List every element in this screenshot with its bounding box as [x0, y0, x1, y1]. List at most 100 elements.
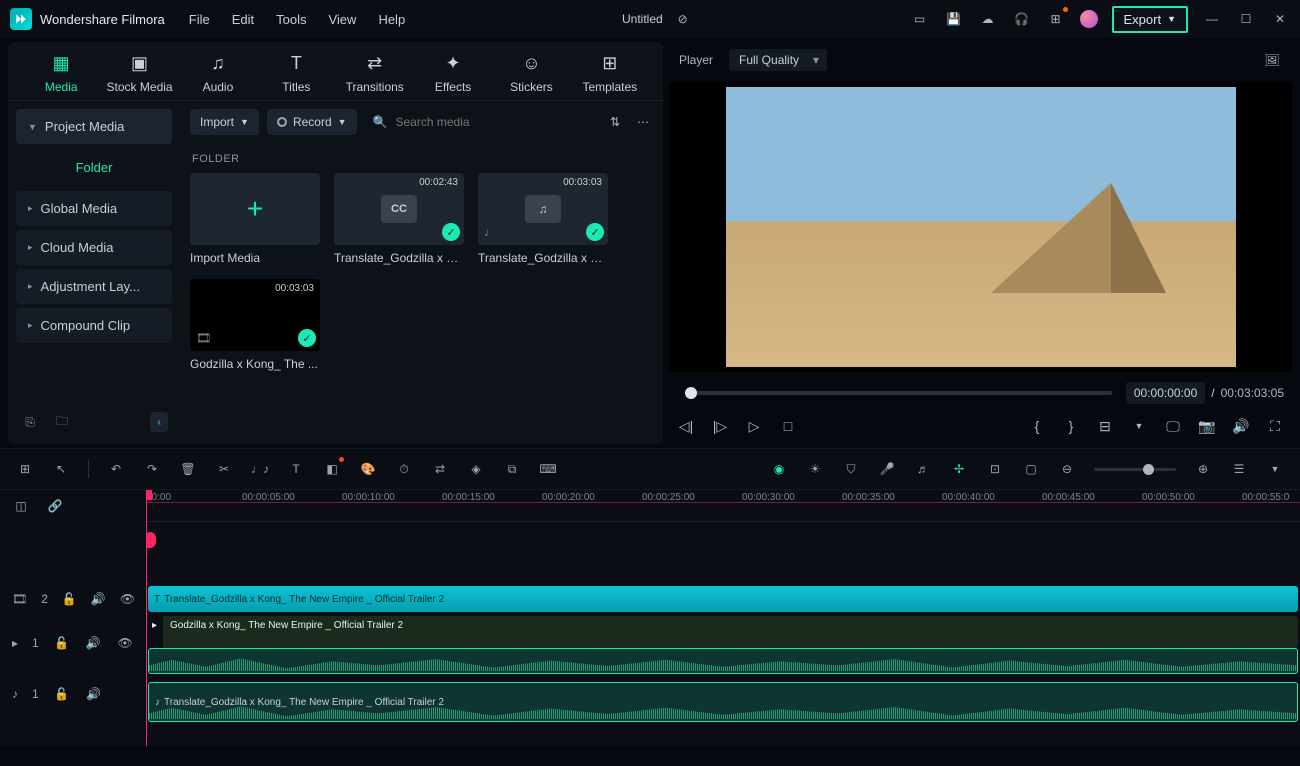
display-out-icon[interactable]: 🖵	[1164, 417, 1182, 435]
snapshot-icon[interactable]: 📷	[1198, 417, 1216, 435]
timeline-marker[interactable]	[146, 532, 156, 548]
redo-icon[interactable]: ↷	[143, 460, 161, 478]
mute-icon[interactable]: 🔊	[84, 634, 102, 652]
zoom-out-icon[interactable]: ⊖	[1058, 460, 1076, 478]
stop-button[interactable]: □	[779, 417, 797, 435]
video-track[interactable]: Godzilla x Kong_ The New Empire _ Offici…	[146, 616, 1300, 674]
tab-stock-media[interactable]: ▣Stock Media	[106, 52, 172, 94]
cursor-icon[interactable]: ↖	[52, 460, 70, 478]
search-input[interactable]	[396, 115, 590, 129]
track-view-icon[interactable]: ☰	[1230, 460, 1248, 478]
timeline-playhead[interactable]	[146, 490, 147, 746]
collapse-sidebar-button[interactable]: ‹	[150, 412, 168, 432]
zoom-slider[interactable]	[1094, 468, 1176, 471]
layout-icon[interactable]: ⊟	[1096, 417, 1114, 435]
quality-dropdown[interactable]: Full Quality	[729, 49, 827, 71]
save-icon[interactable]: 💾	[944, 9, 964, 29]
chevron-down-icon[interactable]: ▼	[1266, 460, 1284, 478]
tab-titles[interactable]: TTitles	[263, 52, 329, 94]
lock-icon[interactable]: 🔓	[62, 590, 77, 608]
color-icon[interactable]: 🎨	[359, 460, 377, 478]
eye-icon[interactable]: 👁	[116, 634, 134, 652]
translate-icon[interactable]: ⌨	[539, 460, 557, 478]
tab-templates[interactable]: ⊞Templates	[577, 52, 643, 94]
beat-icon[interactable]: ♩♪	[251, 460, 269, 478]
tab-media[interactable]: ▦Media	[28, 52, 94, 94]
volume-icon[interactable]: 🔊	[1232, 417, 1250, 435]
sidebar-global-media[interactable]: ▸Global Media	[16, 191, 172, 226]
tab-transitions[interactable]: ⇄Transitions	[342, 52, 408, 94]
video-preview[interactable]	[669, 82, 1292, 372]
clip-video[interactable]: Godzilla x Kong_ The New Empire _ Offici…	[148, 616, 1298, 648]
link-icon[interactable]: ⧉	[503, 460, 521, 478]
shield-icon[interactable]: ⛉	[842, 460, 860, 478]
menu-tools[interactable]: Tools	[276, 12, 306, 27]
timeline-layers-icon[interactable]: ◫	[12, 497, 30, 515]
render-icon[interactable]: ▢	[1022, 460, 1040, 478]
chevron-down-icon[interactable]: ▼	[1130, 417, 1148, 435]
new-bin-icon[interactable]: ⎘	[20, 413, 40, 431]
snapshot-panel-icon[interactable]: 🖼	[1262, 50, 1282, 70]
eye-icon[interactable]: 👁	[120, 590, 135, 608]
media-item[interactable]: 00:03:03🎞✓ Godzilla x Kong_ The ...	[190, 279, 320, 371]
lock-icon[interactable]: 🔓	[53, 685, 71, 703]
media-item-import[interactable]: + Import Media	[190, 173, 320, 265]
close-button[interactable]: ✕	[1270, 9, 1290, 29]
mark-in-icon[interactable]: {	[1028, 417, 1046, 435]
apps-icon[interactable]: ⊞	[16, 460, 34, 478]
more-icon[interactable]: ⋯	[633, 112, 653, 132]
delete-icon[interactable]: 🗑	[179, 460, 197, 478]
display-icon[interactable]: ▭	[910, 9, 930, 29]
play-back-button[interactable]: |▷	[711, 417, 729, 435]
clip-audio[interactable]: ♪ Translate_Godzilla x Kong_ The New Emp…	[148, 682, 1298, 722]
crop-icon[interactable]: ◧	[323, 460, 341, 478]
export-button[interactable]: Export ▼	[1112, 6, 1189, 33]
maximize-button[interactable]: ☐	[1236, 9, 1256, 29]
new-folder-icon[interactable]: 🗀	[52, 413, 72, 431]
filter-icon[interactable]: ⇅	[605, 112, 625, 132]
cloud-icon[interactable]: ☁	[978, 9, 998, 29]
record-dropdown[interactable]: Record▼	[267, 109, 357, 135]
menu-help[interactable]: Help	[378, 12, 405, 27]
cut-icon[interactable]: ✂	[215, 460, 233, 478]
pic-in-pic-icon[interactable]: ⊡	[986, 460, 1004, 478]
tab-audio[interactable]: ♫Audio	[185, 52, 251, 94]
clip-video-audio[interactable]	[148, 648, 1298, 674]
sidebar-project-media[interactable]: ▼Project Media	[16, 109, 172, 144]
mic-icon[interactable]: 🎤	[878, 460, 896, 478]
scrubber[interactable]	[685, 391, 1112, 395]
speed-icon[interactable]: ⏱	[395, 460, 413, 478]
sidebar-folder[interactable]: Folder	[16, 148, 172, 187]
mute-icon[interactable]: 🔊	[91, 590, 106, 608]
timeline-ruler[interactable]: 00:00 00:00:05:00 00:00:10:00 00:00:15:0…	[146, 490, 1300, 522]
sidebar-compound-clip[interactable]: ▸Compound Clip	[16, 308, 172, 343]
mute-icon[interactable]: 🔊	[85, 685, 103, 703]
prev-frame-button[interactable]: ◁|	[677, 417, 695, 435]
clip-title[interactable]: T Translate_Godzilla x Kong_ The New Emp…	[148, 586, 1298, 612]
title-track[interactable]: T Translate_Godzilla x Kong_ The New Emp…	[146, 584, 1300, 614]
playhead-knob[interactable]	[685, 387, 697, 399]
mark-out-icon[interactable]: }	[1062, 417, 1080, 435]
fullscreen-icon[interactable]: ⛶	[1266, 417, 1284, 435]
apps-icon[interactable]: ⊞	[1046, 9, 1066, 29]
tab-stickers[interactable]: ☺Stickers	[498, 52, 564, 94]
ai-icon[interactable]: ◉	[770, 460, 788, 478]
headphones-icon[interactable]: 🎧	[1012, 9, 1032, 29]
menu-view[interactable]: View	[328, 12, 356, 27]
adjust-icon[interactable]: ⇄	[431, 460, 449, 478]
music-tool-icon[interactable]: ♬	[914, 460, 932, 478]
media-item[interactable]: 00:02:43CC✓ Translate_Godzilla x K...	[334, 173, 464, 265]
play-button[interactable]: ▷	[745, 417, 763, 435]
audio-track[interactable]: ♪ Translate_Godzilla x Kong_ The New Emp…	[146, 680, 1300, 724]
timeline-link-icon[interactable]: 🔗	[46, 497, 64, 515]
sidebar-adjustment-layer[interactable]: ▸Adjustment Lay...	[16, 269, 172, 304]
menu-file[interactable]: File	[189, 12, 210, 27]
menu-edit[interactable]: Edit	[232, 12, 254, 27]
zoom-in-icon[interactable]: ⊕	[1194, 460, 1212, 478]
sidebar-cloud-media[interactable]: ▸Cloud Media	[16, 230, 172, 265]
text-icon[interactable]: T	[287, 460, 305, 478]
media-item[interactable]: 00:03:03♫♩✓ Translate_Godzilla x K...	[478, 173, 608, 265]
import-dropdown[interactable]: Import▼	[190, 109, 259, 135]
minimize-button[interactable]: —	[1202, 9, 1222, 29]
keyframe-icon[interactable]: ◈	[467, 460, 485, 478]
